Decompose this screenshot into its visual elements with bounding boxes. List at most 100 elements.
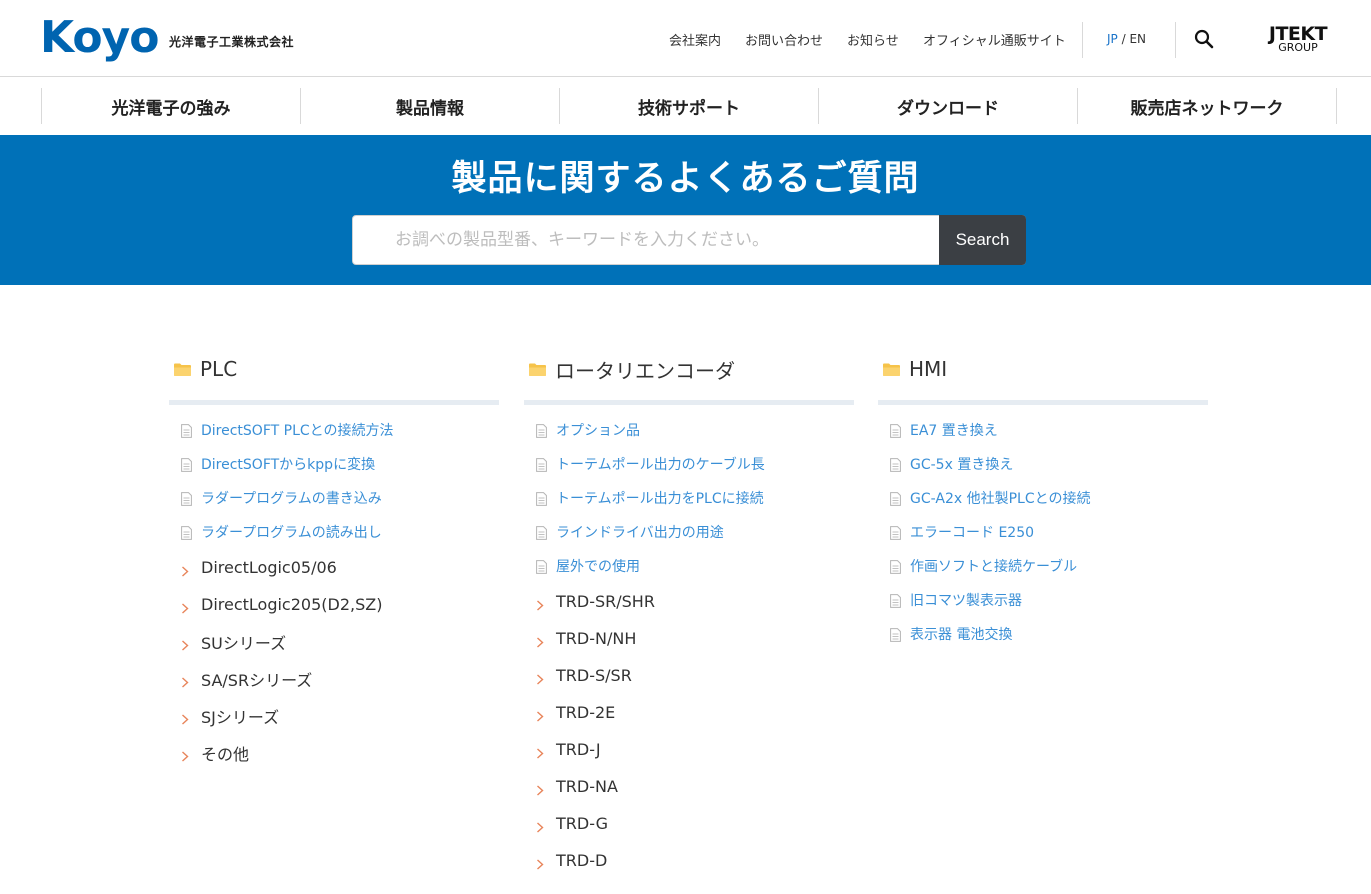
faq-link[interactable]: ラダープログラムの読み出し bbox=[201, 522, 382, 542]
category-link[interactable]: TRD-NA bbox=[556, 777, 618, 796]
category-item[interactable]: TRD-SR/SHR bbox=[524, 583, 854, 620]
faq-link[interactable]: DirectSOFTからkppに変換 bbox=[201, 454, 375, 474]
category-link[interactable]: SJシリーズ bbox=[201, 704, 279, 728]
category-item[interactable]: SA/SRシリーズ bbox=[169, 660, 499, 697]
faq-link[interactable]: ラダープログラムの書き込み bbox=[201, 488, 382, 508]
chevron-right-icon bbox=[536, 596, 544, 611]
faq-item[interactable]: オプション品 bbox=[524, 413, 854, 447]
utility-link-contact[interactable]: お問い合わせ bbox=[745, 30, 823, 49]
category-item[interactable]: TRD-G bbox=[524, 805, 854, 842]
faq-list: EA7 置き換え GC-5x 置き換え GC-A2x 他社製PLCとの接続 エラーコー… bbox=[878, 413, 1208, 651]
utility-link-company[interactable]: 会社案内 bbox=[669, 30, 721, 49]
faq-item[interactable]: DirectSOFT PLCとの接続方法 bbox=[169, 413, 499, 447]
category-item[interactable]: TRD-2E bbox=[524, 694, 854, 731]
site-header: Koyo 光洋電子工業株式会社 会社案内 お問い合わせ お知らせ オフィシャル通… bbox=[0, 0, 1371, 77]
faq-link[interactable]: EA7 置き換え bbox=[910, 420, 998, 440]
faq-item[interactable]: GC-A2x 他社製PLCとの接続 bbox=[878, 481, 1208, 515]
category-item[interactable]: DirectLogic205(D2,SZ) bbox=[169, 586, 499, 623]
category-link[interactable]: SA/SRシリーズ bbox=[201, 667, 312, 691]
document-icon bbox=[890, 423, 901, 438]
nav-item-distributors[interactable]: 販売店ネットワーク bbox=[1077, 88, 1336, 124]
document-icon bbox=[890, 627, 901, 642]
document-icon bbox=[890, 457, 901, 472]
category-link[interactable]: TRD-G bbox=[556, 814, 608, 833]
faq-item[interactable]: GC-5x 置き換え bbox=[878, 447, 1208, 481]
faq-link[interactable]: DirectSOFT PLCとの接続方法 bbox=[201, 420, 394, 440]
faq-item[interactable]: 作画ソフトと接続ケーブル bbox=[878, 549, 1208, 583]
category-item[interactable]: TRD-N/NH bbox=[524, 620, 854, 657]
category-item[interactable]: TRD-D bbox=[524, 842, 854, 879]
column-heading: HMI bbox=[878, 355, 1208, 383]
faq-link[interactable]: トーテムポール出力をPLCに接続 bbox=[556, 488, 764, 508]
faq-link[interactable]: 作画ソフトと接続ケーブル bbox=[910, 556, 1077, 576]
category-item[interactable]: TRD-NA bbox=[524, 768, 854, 805]
search-icon[interactable] bbox=[1193, 28, 1215, 50]
koyo-logo[interactable]: Koyo bbox=[40, 10, 159, 66]
faq-link[interactable]: 表示器 電池交換 bbox=[910, 624, 1012, 644]
jtekt-group-logo[interactable]: JTEKT GROUP bbox=[1264, 25, 1332, 54]
column-divider bbox=[169, 400, 499, 405]
category-item[interactable]: TRD-J bbox=[524, 731, 854, 768]
nav-item-download[interactable]: ダウンロード bbox=[818, 88, 1077, 124]
column-title: PLC bbox=[200, 357, 238, 381]
category-link[interactable]: TRD-S/SR bbox=[556, 666, 632, 685]
search-button[interactable]: Search bbox=[939, 215, 1026, 265]
document-icon bbox=[890, 491, 901, 506]
lang-en-link[interactable]: EN bbox=[1129, 32, 1146, 46]
nav-item-strengths[interactable]: 光洋電子の強み bbox=[41, 88, 300, 124]
faq-link[interactable]: GC-A2x 他社製PLCとの接続 bbox=[910, 488, 1090, 508]
search-input[interactable] bbox=[353, 216, 939, 264]
column-divider bbox=[524, 400, 854, 405]
document-icon bbox=[536, 457, 547, 472]
utility-link-online-shop[interactable]: オフィシャル通販サイト bbox=[923, 30, 1066, 49]
faq-item[interactable]: EA7 置き換え bbox=[878, 413, 1208, 447]
column-heading: ロータリエンコーダ bbox=[524, 355, 854, 383]
faq-link[interactable]: GC-5x 置き換え bbox=[910, 454, 1013, 474]
category-link[interactable]: DirectLogic05/06 bbox=[201, 558, 337, 577]
faq-column: PLC DirectSOFT PLCとの接続方法 DirectSOFTからkppに変… bbox=[169, 355, 499, 771]
category-item[interactable]: DirectLogic05/06 bbox=[169, 549, 499, 586]
document-icon bbox=[890, 559, 901, 574]
faq-link[interactable]: 旧コマツ製表示器 bbox=[910, 590, 1022, 610]
chevron-right-icon bbox=[181, 673, 189, 688]
faq-item[interactable]: トーテムポール出力をPLCに接続 bbox=[524, 481, 854, 515]
faq-link[interactable]: 屋外での使用 bbox=[556, 556, 640, 576]
faq-link[interactable]: エラーコード E250 bbox=[910, 522, 1034, 542]
document-icon bbox=[890, 593, 901, 608]
category-item[interactable]: SUシリーズ bbox=[169, 623, 499, 660]
chevron-right-icon bbox=[536, 744, 544, 759]
faq-item[interactable]: トーテムポール出力のケーブル長 bbox=[524, 447, 854, 481]
faq-item[interactable]: ラインドライバ出力の用途 bbox=[524, 515, 854, 549]
faq-item[interactable]: 旧コマツ製表示器 bbox=[878, 583, 1208, 617]
category-link[interactable]: TRD-N/NH bbox=[556, 629, 636, 648]
category-link[interactable]: TRD-2E bbox=[556, 703, 615, 722]
category-item[interactable]: TRD-S/SR bbox=[524, 657, 854, 694]
category-item[interactable]: その他 bbox=[169, 734, 499, 771]
faq-link[interactable]: トーテムポール出力のケーブル長 bbox=[556, 454, 765, 474]
faq-item[interactable]: 屋外での使用 bbox=[524, 549, 854, 583]
column-heading: PLC bbox=[169, 355, 499, 383]
category-link[interactable]: SUシリーズ bbox=[201, 630, 286, 654]
chevron-right-icon bbox=[181, 599, 189, 614]
category-link[interactable]: その他 bbox=[201, 741, 249, 765]
lang-separator: / bbox=[1117, 32, 1130, 46]
faq-search-form: Search bbox=[352, 215, 1026, 265]
nav-item-tech-support[interactable]: 技術サポート bbox=[559, 88, 818, 124]
category-link[interactable]: TRD-J bbox=[556, 740, 601, 759]
lang-jp-link[interactable]: JP bbox=[1107, 32, 1118, 46]
faq-item[interactable]: DirectSOFTからkppに変換 bbox=[169, 447, 499, 481]
faq-item[interactable]: ラダープログラムの書き込み bbox=[169, 481, 499, 515]
faq-item[interactable]: エラーコード E250 bbox=[878, 515, 1208, 549]
document-icon bbox=[536, 491, 547, 506]
utility-link-news[interactable]: お知らせ bbox=[847, 30, 899, 49]
category-link[interactable]: DirectLogic205(D2,SZ) bbox=[201, 595, 382, 614]
faq-link[interactable]: オプション品 bbox=[556, 420, 640, 440]
category-link[interactable]: TRD-SR/SHR bbox=[556, 592, 655, 611]
faq-item[interactable]: 表示器 電池交換 bbox=[878, 617, 1208, 651]
category-item[interactable]: SJシリーズ bbox=[169, 697, 499, 734]
document-icon bbox=[536, 525, 547, 540]
category-link[interactable]: TRD-D bbox=[556, 851, 607, 870]
faq-item[interactable]: ラダープログラムの読み出し bbox=[169, 515, 499, 549]
nav-item-products[interactable]: 製品情報 bbox=[300, 88, 559, 124]
faq-link[interactable]: ラインドライバ出力の用途 bbox=[556, 522, 724, 542]
